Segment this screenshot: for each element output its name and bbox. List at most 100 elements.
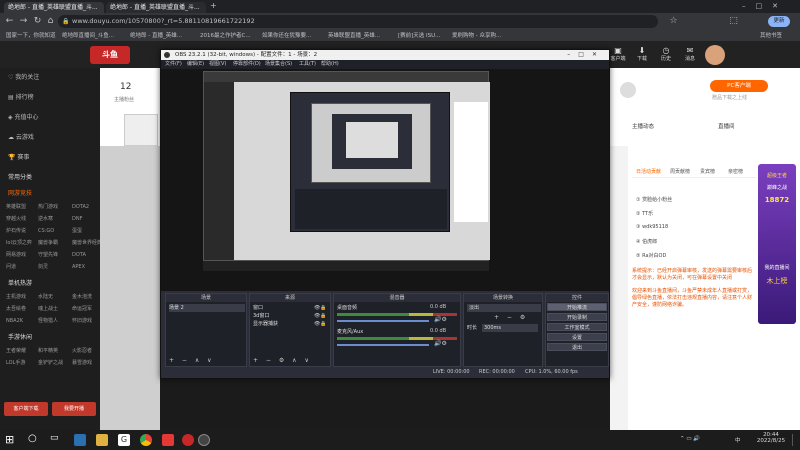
game-link[interactable]: 命运冠军	[72, 304, 92, 314]
mixer-ch2-mute-icon[interactable]: 🔊⚙	[434, 340, 447, 347]
source-item[interactable]: 窗口	[253, 304, 263, 312]
sidebar-item-cloud-game[interactable]: ☁ 云游戏	[8, 132, 34, 144]
game-link[interactable]: CS:GO	[38, 226, 54, 236]
menu-edit[interactable]: 编辑(E)	[187, 60, 204, 69]
star-icon[interactable]: ☆	[668, 16, 679, 27]
app-red-icon[interactable]	[162, 434, 174, 446]
game-link[interactable]: 水陆无	[38, 292, 53, 302]
home-icon[interactable]: ⌂	[45, 16, 56, 27]
menu-docks[interactable]: 停靠部件(D)	[233, 60, 261, 69]
ime-indicator[interactable]: 中	[735, 436, 741, 444]
source-item[interactable]: 3d窗口	[253, 312, 269, 320]
mixer-ch1-slider[interactable]	[337, 320, 429, 322]
streamer-avatar[interactable]	[124, 114, 158, 146]
client-download-button[interactable]: 客户端下载	[4, 402, 48, 416]
game-link[interactable]: 穿越火线	[6, 214, 26, 224]
game-link[interactable]: 怪物猎人	[38, 316, 58, 326]
profile-button[interactable]: 更新	[768, 16, 790, 27]
start-streaming-button[interactable]: 开始推流	[547, 303, 607, 311]
netease-icon[interactable]	[182, 434, 194, 446]
game-link[interactable]: 逆水寒	[38, 214, 53, 224]
game-link[interactable]: 英雄联盟	[6, 202, 26, 212]
menu-view[interactable]: 视图(V)	[209, 60, 226, 69]
sidebar-item-events[interactable]: 🏆 赛事	[8, 152, 29, 164]
search-icon[interactable]: ○	[28, 433, 37, 444]
bookmark-item[interactable]: 2016最之作护者C...	[200, 32, 251, 40]
menu-help[interactable]: 帮助(H)	[321, 60, 339, 69]
sidebar-item-follow[interactable]: ♡ 我的关注	[8, 72, 39, 84]
source-item[interactable]: 显示器捕获	[253, 320, 278, 328]
menu-file[interactable]: 文件(F)	[165, 60, 182, 69]
bookmark-item[interactable]: 英雄联盟直播_英雄...	[328, 32, 380, 40]
menu-tools[interactable]: 工具(T)	[299, 60, 316, 69]
duration-input[interactable]: 300ms	[482, 324, 538, 332]
game-link[interactable]: 蛋蛋	[72, 226, 82, 236]
browser-tab[interactable]: 绝地郎 - 直播_英雄联盟直播_斗...	[106, 2, 206, 13]
transition-toolbar[interactable]: + − ⚙	[494, 314, 528, 321]
game-link[interactable]: 金木泡洗	[72, 292, 92, 302]
url-bar[interactable]: 🔒 www.douyu.com/10570800?_rt=5.881108196…	[58, 15, 658, 28]
tab-vip[interactable]: 贵宾榜	[700, 168, 715, 175]
bookmark-item[interactable]: [赛前]天选 ISU...	[398, 32, 440, 40]
bookmark-item[interactable]: 国家一下，你就知道	[6, 32, 56, 40]
game-link[interactable]: 王者荣耀	[6, 346, 26, 356]
sidebar-item-rank[interactable]: ▤ 排行榜	[8, 92, 34, 104]
source-toolbar[interactable]: + − ⚙ ∧ ∨	[253, 357, 312, 364]
bookmark-item[interactable]: 爱刷购物 - 众享购...	[452, 32, 501, 40]
game-link[interactable]: 炉石传说	[6, 226, 26, 236]
promo-banner[interactable]: 超级王者 巅峰之战 18872 我的直播间 木上榜	[758, 164, 796, 324]
mixer-ch1-mute-icon[interactable]: 🔊⚙	[434, 316, 447, 323]
obs-window-controls[interactable]: –□✕	[567, 50, 605, 60]
browser-tab[interactable]: 绝地郎 - 直播_英雄联盟直播_斗...	[4, 2, 104, 13]
game-link[interactable]: DNF	[72, 214, 82, 224]
game-link[interactable]: 魔兽争霸	[38, 238, 58, 248]
game-link[interactable]: LOL手游	[6, 358, 25, 368]
pc-client-button[interactable]: PC客户端	[710, 80, 768, 92]
visibility-icons[interactable]: 👁🔒 👁🔒 👁🔒	[314, 304, 327, 328]
file-explorer-icon[interactable]	[96, 434, 108, 446]
bookmark-item[interactable]: 绝地郎直播间_斗鱼...	[62, 32, 114, 40]
game-link[interactable]: DOTA2	[72, 202, 89, 212]
chrome-icon[interactable]	[140, 434, 152, 446]
more-icon[interactable]	[620, 82, 636, 98]
game-link[interactable]: 和平精英	[38, 346, 58, 356]
game-link[interactable]: 主机游戏	[6, 292, 26, 302]
header-history[interactable]: ◷ 历史	[654, 46, 678, 62]
game-link[interactable]: 火影忍者	[72, 346, 92, 356]
tab-day[interactable]: 日活动贡献	[636, 168, 661, 175]
tab-week[interactable]: 周贡献榜	[670, 168, 690, 175]
game-link[interactable]: 剑灵	[38, 262, 48, 272]
game-link[interactable]: 金铲铲之战	[38, 358, 63, 368]
start-recording-button[interactable]: 开始录制	[547, 313, 607, 321]
header-download[interactable]: ⬇ 下载	[630, 46, 654, 62]
clock[interactable]: 20:44 2022/8/25	[754, 432, 788, 444]
studio-mode-button[interactable]: 工作室模式	[547, 323, 607, 331]
tray-icons[interactable]: ⌃ ▭ 🔊	[680, 436, 700, 442]
start-live-button[interactable]: 我要开播	[52, 402, 96, 416]
extensions-icon[interactable]: ⬚	[728, 16, 739, 27]
game-link[interactable]: 太吾绘卷	[6, 304, 26, 314]
header-messages[interactable]: ✉ 消息	[678, 46, 702, 62]
forward-icon[interactable]: →	[18, 16, 29, 27]
game-link[interactable]: 魔兽世界经典	[72, 238, 102, 248]
scene-toolbar[interactable]: + − ∧ ∨	[169, 357, 215, 364]
new-tab-button[interactable]: +	[210, 1, 217, 10]
show-desktop-button[interactable]	[792, 434, 798, 446]
reload-icon[interactable]: ↻	[32, 16, 43, 27]
game-link[interactable]: APEX	[72, 262, 85, 272]
obs-preview[interactable]	[161, 69, 609, 291]
steam-icon[interactable]	[74, 434, 86, 446]
game-link[interactable]: NBA2K	[6, 316, 23, 326]
bookmark-item[interactable]: 如果你还在犹豫要...	[262, 32, 311, 40]
mixer-ch2-slider[interactable]	[337, 344, 429, 346]
game-link[interactable]: lol云顶之弈	[6, 238, 32, 248]
settings-button[interactable]: 设置	[547, 333, 607, 341]
windows-start-icon[interactable]: ⊞	[5, 434, 17, 446]
game-link[interactable]: 热门游戏	[38, 202, 58, 212]
sidebar-item-recharge[interactable]: ◈ 充值中心	[8, 112, 39, 124]
game-link[interactable]: 魂上战士	[38, 304, 58, 314]
transition-select[interactable]: 淡出	[467, 304, 541, 312]
game-link[interactable]: 暴雪游戏	[72, 358, 92, 368]
back-icon[interactable]: ←	[4, 16, 15, 27]
game-link[interactable]: 怀旧游戏	[72, 316, 92, 326]
